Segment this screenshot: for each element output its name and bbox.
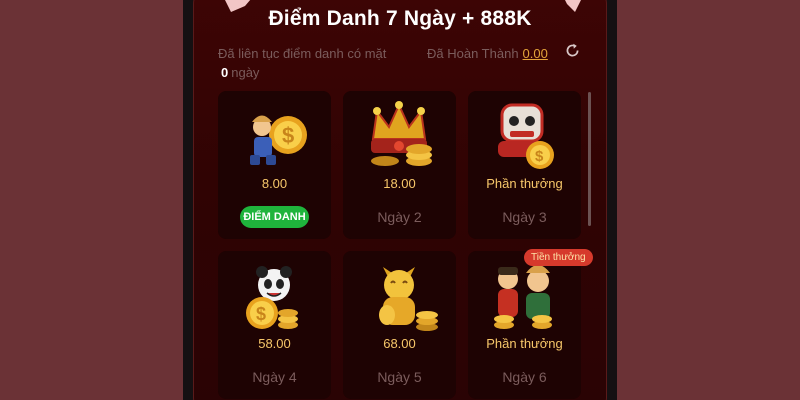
reward-value: 8.00: [261, 176, 288, 191]
lion-dance-coins-icon: $: [498, 103, 554, 169]
day-card-1[interactable]: $ 8.00 ĐIỂM DANH: [218, 91, 331, 239]
player-coin-icon: $: [250, 115, 307, 165]
day-card-3[interactable]: $ Phần thưởng Ngày 3: [468, 91, 581, 239]
svg-text:$: $: [282, 123, 294, 148]
lucky-cat-coins-icon: [379, 267, 438, 331]
svg-text:$: $: [535, 148, 544, 165]
panda-coins-icon: $: [246, 266, 298, 329]
completed-label: Đã Hoàn Thành: [427, 46, 519, 61]
reward-value: 18.00: [383, 176, 416, 191]
reward-value: 68.00: [383, 336, 416, 351]
checkin-button[interactable]: ĐIỂM DANH: [240, 206, 309, 228]
day-card-4[interactable]: $ 58.00 Ngày 4: [218, 251, 331, 399]
completed-info: Đã Hoàn Thành 0.00: [427, 44, 548, 63]
reward-value: Phần thưởng: [486, 176, 563, 191]
fortune-god-coins-icon: [494, 265, 552, 329]
day-card-5[interactable]: 68.00 Ngày 5: [343, 251, 456, 399]
svg-text:$: $: [256, 304, 266, 324]
day-card-2[interactable]: 18.00 Ngày 2: [343, 91, 456, 239]
jester-crown-coins-icon: [371, 101, 432, 166]
checkin-panel: Điểm Danh 7 Ngày + 888K Đã liên tục điểm…: [183, 0, 617, 400]
reward-value: 58.00: [258, 336, 291, 351]
streak-unit: ngày: [231, 65, 260, 80]
completed-value[interactable]: 0.00: [523, 46, 548, 61]
day-label: Ngày 3: [502, 209, 547, 225]
day-label: Ngày 2: [377, 209, 422, 225]
day-card-6[interactable]: Phần thưởng Ngày 6: [468, 251, 581, 399]
streak-label: Đã liên tục điểm danh có mặt: [218, 46, 387, 61]
bonus-badge: Tiền thưởng: [524, 249, 593, 266]
streak-days: 0: [221, 65, 229, 80]
scrollbar[interactable]: [588, 92, 591, 226]
day-label: Ngày 5: [377, 369, 422, 385]
reward-value: Phần thưởng: [486, 336, 563, 351]
day-label: Ngày 6: [502, 369, 547, 385]
streak-info: Đã liên tục điểm danh có mặt 0 ngày: [218, 44, 393, 82]
refresh-icon[interactable]: [564, 42, 581, 59]
day-label: Ngày 4: [252, 369, 297, 385]
page-title: Điểm Danh 7 Ngày + 888K: [268, 7, 532, 30]
